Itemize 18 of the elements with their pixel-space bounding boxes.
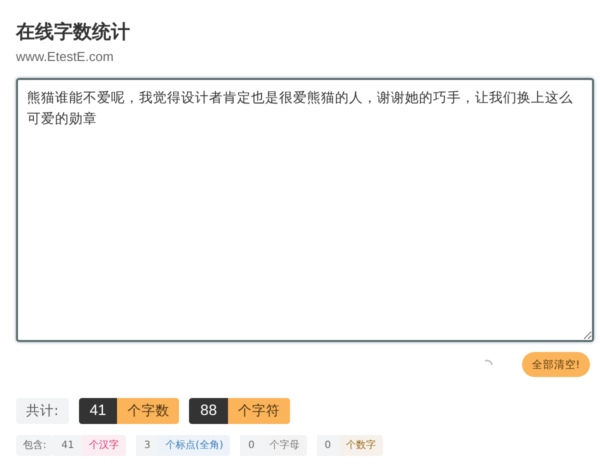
count-value: 41 (53, 435, 82, 456)
text-area[interactable]: 熊猫谁能不爱呢，我觉得设计者肯定也是很爱熊猫的人，谢谢她的巧手，让我们换上这么可爱的勋章 (16, 78, 594, 342)
count-unit: 个数字 (339, 435, 384, 456)
count-unit: 个字母 (262, 435, 307, 456)
contains-label: 包含: (16, 435, 54, 456)
count-value: 88 (189, 398, 228, 424)
count-unit: 个汉字 (82, 435, 126, 456)
count-value: 41 (78, 398, 118, 424)
count-unit: 个字数 (117, 398, 180, 424)
site-url: www.EtestE.com (16, 49, 115, 64)
count-value: 3 (136, 435, 158, 456)
count-unit: 个字符 (228, 398, 290, 424)
total-label: 共计: (16, 398, 69, 424)
page-title: 在线字数统计 (16, 20, 131, 45)
count-value: 0 (240, 435, 263, 456)
clear-all-button[interactable]: 全部清空! (522, 352, 590, 377)
count-unit: 个标点(全角) (158, 435, 230, 456)
count-value: 0 (316, 435, 340, 456)
